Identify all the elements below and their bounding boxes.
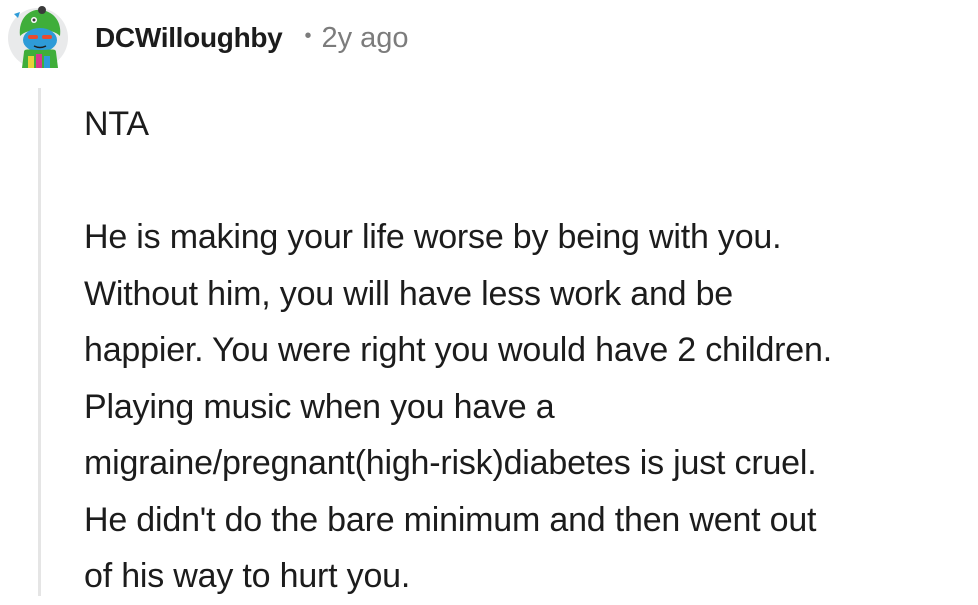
body-line: He didn't do the bare minimum and then w… <box>84 500 817 539</box>
body-line: of his way to hurt you. <box>84 557 411 595</box>
separator-dot: • <box>304 24 312 47</box>
snoo-avatar-icon <box>8 6 68 68</box>
verdict-text: NTA <box>84 105 149 143</box>
body-line: happier. You were right you would have 2… <box>84 331 832 369</box>
body-line: migraine/pregnant(high-risk)diabetes is … <box>84 444 817 482</box>
body-line: Playing music when you have a <box>84 387 555 426</box>
body-line: He is making your life worse by being wi… <box>84 218 782 256</box>
body-line: Without him, you will have less work and… <box>84 274 734 313</box>
thread-line[interactable] <box>38 88 41 596</box>
user-avatar[interactable] <box>6 2 70 70</box>
username-link[interactable]: DCWilloughby <box>95 22 283 54</box>
comment-header: DCWilloughby • 2y ago <box>95 18 409 58</box>
timestamp: 2y ago <box>321 21 409 54</box>
comment-body: NTA He is making your life worse by bein… <box>84 96 964 605</box>
comment: DCWilloughby • 2y ago NTA He is making y… <box>0 0 978 596</box>
